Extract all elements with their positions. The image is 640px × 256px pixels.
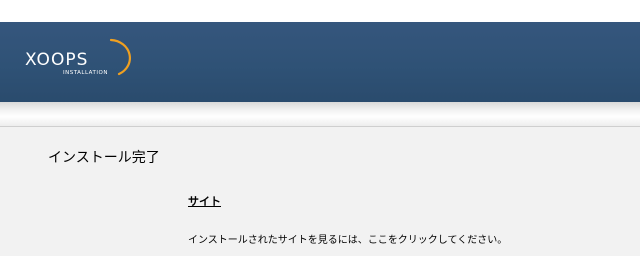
site-section-heading: サイト: [188, 195, 221, 208]
main-content: インストール完了 サイト インストールされたサイトを見るには、ここをクリックして…: [0, 127, 640, 256]
logo-subtext: INSTALLATION: [63, 70, 108, 76]
logo-text: XOOPS: [25, 50, 89, 70]
top-margin: [0, 0, 640, 22]
logo-arc-icon: [109, 38, 131, 76]
site-section-text: インストールされたサイトを見るには、ここをクリックしてください。: [188, 231, 507, 246]
site-text-before: インストールされたサイトを見るには、: [188, 235, 368, 246]
site-text-after: をクリックしてください。: [387, 235, 508, 246]
header-divider: [0, 102, 640, 127]
site-link[interactable]: ここ: [368, 235, 388, 246]
page-title: インストール完了: [48, 150, 160, 166]
xoops-logo: XOOPS INSTALLATION: [25, 38, 135, 82]
